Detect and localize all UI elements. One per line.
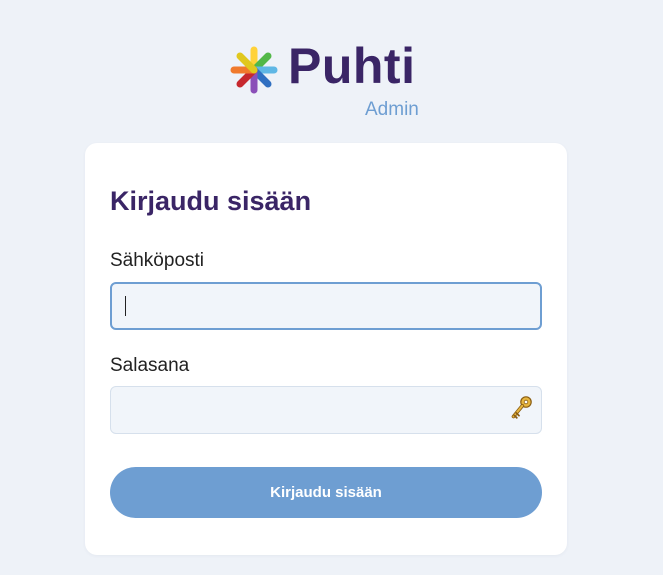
key-icon[interactable] xyxy=(510,395,534,421)
email-label: Sähköposti xyxy=(110,250,205,271)
text-cursor xyxy=(125,296,126,316)
password-label: Salasana xyxy=(110,355,190,376)
login-title: Kirjaudu sisään xyxy=(110,186,312,216)
login-button[interactable]: Kirjaudu sisään xyxy=(110,467,542,518)
login-page: Puhti Admin Kirjaudu sisään Sähköposti S… xyxy=(0,0,663,575)
asterisk-multicolor-icon xyxy=(230,46,278,94)
login-card: Kirjaudu sisään Sähköposti Salasana Kirj… xyxy=(85,143,567,555)
brand-subtitle: Admin xyxy=(365,99,419,120)
brand-name: Puhti xyxy=(288,38,416,94)
brand-header: Puhti Admin xyxy=(229,38,429,122)
email-field[interactable] xyxy=(110,282,542,330)
password-field[interactable] xyxy=(110,386,542,434)
